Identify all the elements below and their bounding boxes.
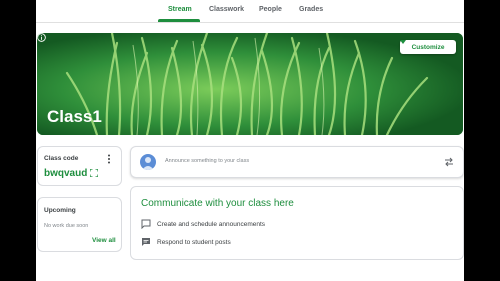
class-code-label: Class code [44,155,79,162]
repost-icon[interactable] [444,157,454,167]
person-icon [142,157,154,170]
communicate-card: Communicate with your class here Create … [130,186,464,260]
top-navigation: Stream Classwork People Grades [36,0,464,23]
class-title: Class1 [47,107,102,126]
tab-stream[interactable]: Stream [168,6,192,13]
comment-icon [142,238,150,246]
class-code-value: bwqvaud [44,168,88,179]
tab-classwork[interactable]: Classwork [209,6,244,13]
fullscreen-icon[interactable] [90,169,98,177]
communicate-item-announcements: Create and schedule announcements [141,219,265,229]
announce-box[interactable]: Announce something to your class [130,146,464,178]
communicate-item-label: Create and schedule announcements [157,220,266,228]
info-icon[interactable] [37,33,46,42]
customize-label: Customize [411,43,445,51]
tab-grades[interactable]: Grades [299,6,323,13]
communicate-item-responses: Respond to student posts [141,237,231,247]
classroom-page: Stream Classwork People Grades Class1 Cu… [36,0,464,281]
more-vert-icon[interactable] [106,154,112,164]
customize-button[interactable]: Customize [400,40,456,54]
dropdown-arrow-icon [400,40,406,44]
class-banner: Class1 Customize [37,33,463,135]
announcement-icon [141,219,151,229]
active-tab-indicator [158,19,200,22]
communicate-title: Communicate with your class here [141,198,294,209]
upcoming-title: Upcoming [44,207,76,214]
announce-placeholder[interactable]: Announce something to your class [165,158,249,164]
communicate-item-label: Respond to student posts [157,238,231,246]
upcoming-card: Upcoming No work due soon View all [37,197,122,252]
avatar [140,154,156,170]
upcoming-empty-text: No work due soon [44,223,89,229]
view-all-link[interactable]: View all [92,237,116,244]
tab-people[interactable]: People [259,6,282,13]
class-code-card: Class code bwqvaud [37,146,122,186]
